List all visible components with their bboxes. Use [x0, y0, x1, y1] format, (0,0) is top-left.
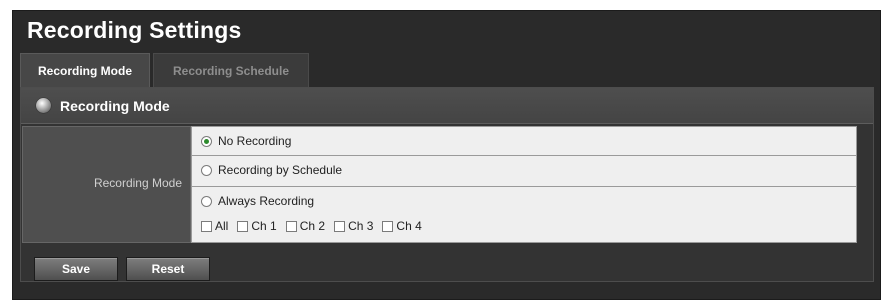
recording-by-schedule-option[interactable]: Recording by Schedule: [201, 163, 342, 177]
recording-mode-options: No Recording Recording by Schedule Alway…: [191, 126, 857, 243]
bullet-icon: [36, 98, 51, 113]
channel-3-label: Ch 3: [348, 219, 374, 233]
section-header: Recording Mode: [21, 88, 873, 124]
no-recording-radio[interactable]: [201, 135, 212, 147]
always-recording-label: Always Recording: [218, 194, 315, 208]
channel-1-label: Ch 1: [251, 219, 277, 233]
no-recording-label: No Recording: [218, 134, 292, 148]
channel-1-option[interactable]: Ch 1: [237, 219, 277, 233]
channel-2-checkbox[interactable]: [285, 220, 297, 232]
save-button[interactable]: Save: [34, 257, 118, 281]
channel-all-label: All: [215, 219, 229, 233]
no-recording-option[interactable]: No Recording: [201, 134, 291, 148]
recording-mode-label: Recording Mode: [93, 176, 182, 190]
recording-by-schedule-radio[interactable]: [201, 164, 212, 176]
reset-button[interactable]: Reset: [126, 257, 210, 281]
channel-3-option[interactable]: Ch 3: [334, 219, 373, 233]
recording-settings-window: Recording Settings Recording Mode Record…: [12, 10, 881, 300]
channel-2-label: Ch 2: [299, 219, 326, 233]
channel-3-checkbox[interactable]: [334, 220, 346, 232]
recording-mode-panel: Recording Mode Recording Mode No Recordi…: [20, 87, 874, 282]
channel-4-checkbox[interactable]: [382, 220, 394, 232]
always-recording-option[interactable]: Always Recording: [201, 194, 314, 208]
channel-all-option[interactable]: All: [201, 219, 228, 233]
option-row-always-recording: Always Recording All Ch 1 Ch 2 Ch 3 Ch 4: [191, 187, 857, 243]
channel-4-option[interactable]: Ch 4: [382, 219, 422, 233]
channel-4-label: Ch 4: [396, 219, 422, 233]
channel-2-option[interactable]: Ch 2: [285, 219, 326, 233]
always-recording-radio[interactable]: [201, 195, 212, 207]
channel-1-checkbox[interactable]: [237, 220, 249, 232]
tab-recording-mode[interactable]: Recording Mode: [20, 53, 150, 87]
option-row-recording-by-schedule: Recording by Schedule: [191, 156, 857, 187]
channel-checkboxes: All Ch 1 Ch 2 Ch 3 Ch 4: [201, 219, 431, 233]
tab-recording-schedule[interactable]: Recording Schedule: [153, 53, 309, 87]
section-title: Recording Mode: [60, 98, 170, 114]
recording-by-schedule-label: Recording by Schedule: [218, 163, 343, 177]
setting-label-cell: Recording Mode: [22, 126, 191, 243]
channel-all-checkbox[interactable]: [201, 220, 212, 232]
option-row-no-recording: No Recording: [191, 126, 857, 156]
page-title: Recording Settings: [27, 17, 242, 43]
